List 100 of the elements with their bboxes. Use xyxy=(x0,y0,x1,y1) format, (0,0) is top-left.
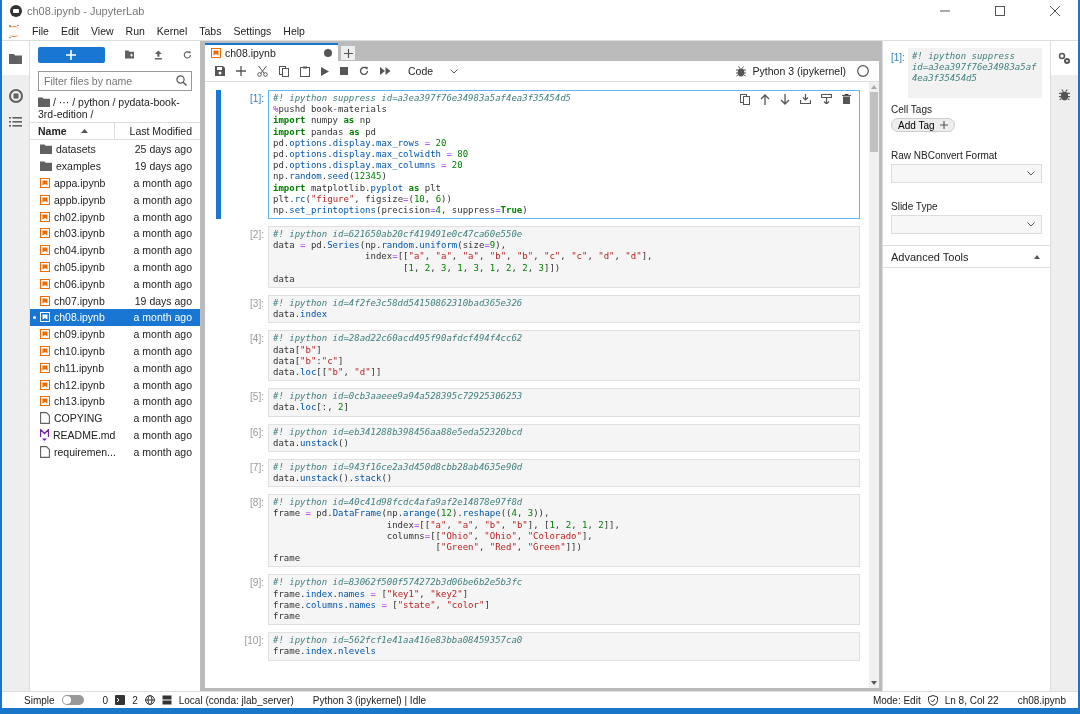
scrollbar[interactable] xyxy=(869,82,879,688)
file-list-item[interactable]: ch09.ipynb a month ago xyxy=(30,325,200,343)
file-list-item[interactable]: requiremen... a month ago xyxy=(30,443,200,461)
folder-icon[interactable] xyxy=(38,97,50,107)
file-list-item[interactable]: appb.ipynb a month ago xyxy=(30,191,200,209)
new-folder-icon[interactable] xyxy=(124,50,135,59)
code-cell[interactable]: #! ipython id=28ad22c60acd495f90afdcf494f4cc62 data["b"] data["b":"c"] data.loc[["b", "d"]] xyxy=(268,330,860,382)
cell-prompt: [7]: xyxy=(249,460,265,474)
cell-prompt: [4]: xyxy=(249,332,265,345)
menu-item[interactable]: Settings xyxy=(233,25,272,37)
shield-icon[interactable] xyxy=(927,694,938,706)
column-header[interactable]: Name xyxy=(30,123,115,139)
menu-item[interactable]: File xyxy=(32,25,49,37)
cell-type-dropdown[interactable]: Code xyxy=(408,65,458,77)
status-text[interactable]: Ln 8, Col 22 xyxy=(944,694,999,706)
plus-icon xyxy=(939,121,948,129)
code-cell[interactable]: #! ipython id=83062f500f574272b3d06be6b2e5b3fc frame.index.names = ["key1", "key2"] frame.columns.names = ["state", "color"] frame xyxy=(268,574,860,626)
code-line: import matplotlib.pyplot as plt xyxy=(273,182,441,194)
scrollbar-thumb[interactable] xyxy=(870,92,878,152)
file-list-item[interactable]: ch02.ipynb a month ago xyxy=(30,208,200,225)
code-cell[interactable] xyxy=(268,90,860,220)
file-list-item[interactable]: appa.ipynb a month ago xyxy=(30,174,200,192)
cell-prompt: [8]: xyxy=(249,496,265,509)
bug-icon[interactable] xyxy=(1059,89,1070,101)
code-line: #! ipython id=28ad22c60acd495f90afdcf494f4cc62 xyxy=(273,333,523,345)
copy-icon[interactable] xyxy=(279,65,289,77)
file-filter-field[interactable]: Filter files by name xyxy=(38,71,192,91)
bug-icon[interactable] xyxy=(735,65,746,77)
refresh-icon[interactable] xyxy=(183,49,192,60)
maximize-icon[interactable] xyxy=(995,6,1005,16)
kernel-name[interactable]: Python 3 (ipykernel) xyxy=(752,65,846,77)
stop-circle-icon[interactable] xyxy=(8,89,23,103)
clipboard-icon[interactable] xyxy=(300,65,310,77)
file-list-item[interactable]: ch13.ipynb a month ago xyxy=(30,392,200,410)
menu-item[interactable]: Kernel xyxy=(156,25,188,37)
file-list-item[interactable]: ch07.ipynb 19 days ago xyxy=(30,292,200,309)
file-list-item[interactable]: ch12.ipynb a month ago xyxy=(30,376,200,393)
code-cell[interactable]: #! ipython id=eb341288b398456aa88e5eda52320bcd data.unstack() xyxy=(268,423,860,452)
code-line: index=[["a", "a", "a", "b", "b", "c", "c", "d", "d"], xyxy=(364,251,653,263)
file-list-item[interactable]: ch11.ipynb a month ago xyxy=(30,359,200,377)
file-list-item[interactable]: ch06.ipynb a month ago xyxy=(30,275,200,293)
file-list-item[interactable]: ch04.ipynb a month ago xyxy=(30,241,200,259)
notebook-icon xyxy=(40,329,50,340)
code-cell[interactable]: #! ipython id=562fcf1e41aa416e83bba08459357ca0 frame.index.nlevels xyxy=(268,632,860,661)
column-header[interactable]: Last Modified xyxy=(115,123,200,139)
close-icon[interactable] xyxy=(1050,6,1060,16)
status-text[interactable]: 2 xyxy=(132,694,138,706)
insert-above-icon[interactable] xyxy=(800,94,811,104)
scroll-down-icon[interactable] xyxy=(871,681,877,685)
menu-item[interactable]: Run xyxy=(125,25,145,37)
notebook-tab[interactable]: ch08.ipynb xyxy=(205,43,338,61)
insert-below-icon[interactable] xyxy=(821,94,832,104)
menu-item[interactable]: Edit xyxy=(60,25,79,37)
notebook-icon xyxy=(40,245,50,256)
app-logo-icon xyxy=(10,5,22,17)
move-up-icon[interactable] xyxy=(760,94,770,105)
plus-icon xyxy=(66,49,77,60)
restart-icon[interactable] xyxy=(359,66,369,76)
file-list-item[interactable]: ch08.ipynb a month ago xyxy=(30,308,200,326)
status-text[interactable]: Python 3 (ipykernel) | Idle xyxy=(312,694,426,706)
menu-item[interactable]: Help xyxy=(283,25,305,37)
code-cell[interactable]: #! ipython id=0cb3aaeee9a94a528395c72925306253 data.loc[:, 2] xyxy=(268,388,860,417)
status-text[interactable]: 0 xyxy=(102,694,109,706)
code-line: #! ipython id=40c41d98fcdc4afa9af2e14878e97f8d xyxy=(273,497,523,509)
code-cell[interactable]: #! ipython id=4f2fe3c58dd54150862310bad365e326 data.index xyxy=(268,295,860,324)
run-icon[interactable] xyxy=(321,66,329,76)
folder-icon[interactable] xyxy=(9,52,22,64)
simple-mode-toggle[interactable] xyxy=(61,695,84,705)
file-list-item[interactable]: examples 19 days ago xyxy=(30,157,200,175)
menu-item[interactable]: View xyxy=(91,25,114,37)
file-list-item[interactable]: ch05.ipynb a month ago xyxy=(30,258,200,276)
code-cell[interactable]: #! ipython id=943f16ce2a3d450d8cbb28ab4635e90d data.unstack().stack() xyxy=(268,458,860,488)
trash-icon[interactable] xyxy=(842,94,851,104)
notebook-icon xyxy=(40,295,50,306)
gears-icon[interactable] xyxy=(1058,51,1071,65)
advanced-tools-header[interactable]: Advanced Tools xyxy=(883,245,1050,268)
breadcrumb-path[interactable]: / ··· / python / pydata-book-3rd-edition / xyxy=(38,96,192,120)
unsaved-dot-icon[interactable] xyxy=(324,49,332,57)
code-line: #! ipython id=562fcf1e41aa416e83bba08459357ca0 xyxy=(273,635,523,647)
upload-icon[interactable] xyxy=(154,49,164,60)
add-tag-button[interactable]: Add Tag xyxy=(891,118,955,132)
file-list-item[interactable]: COPYING a month ago xyxy=(30,409,200,427)
file-list-item[interactable]: ch10.ipynb a month ago xyxy=(30,342,200,360)
scissors-icon[interactable] xyxy=(257,65,268,77)
code-cell[interactable]: #! ipython id=621650ab20cf419491e0c47ca60e550e data = pd.Series(np.random.uniform(size=9), index=[["a", "a", "a", "b", "b", "c", "c", "d", "d"], [1, 2, 3, 1, 3, 1, 2, 2, 3]]) data xyxy=(268,226,860,288)
fast-forward-icon[interactable] xyxy=(380,67,391,75)
menu-item[interactable]: Tabs xyxy=(199,25,222,37)
save-icon[interactable] xyxy=(215,66,225,76)
file-list-item[interactable]: datasets 25 days ago xyxy=(30,141,200,158)
code-line: #! ipython id=621650ab20cf419491e0c47ca60e550e xyxy=(273,229,523,241)
list-icon[interactable] xyxy=(9,117,22,127)
file-list-item[interactable]: README.md a month ago xyxy=(30,426,200,444)
new-tab-button[interactable] xyxy=(340,45,356,61)
terminal-icon[interactable] xyxy=(115,695,126,705)
add-icon[interactable] xyxy=(236,66,246,76)
duplicate-icon[interactable] xyxy=(740,94,750,105)
file-list-item[interactable]: ch03.ipynb a month ago xyxy=(30,225,200,242)
move-down-icon[interactable] xyxy=(780,94,790,105)
globe-icon[interactable] xyxy=(144,695,155,705)
new-launcher-button[interactable] xyxy=(38,46,105,63)
